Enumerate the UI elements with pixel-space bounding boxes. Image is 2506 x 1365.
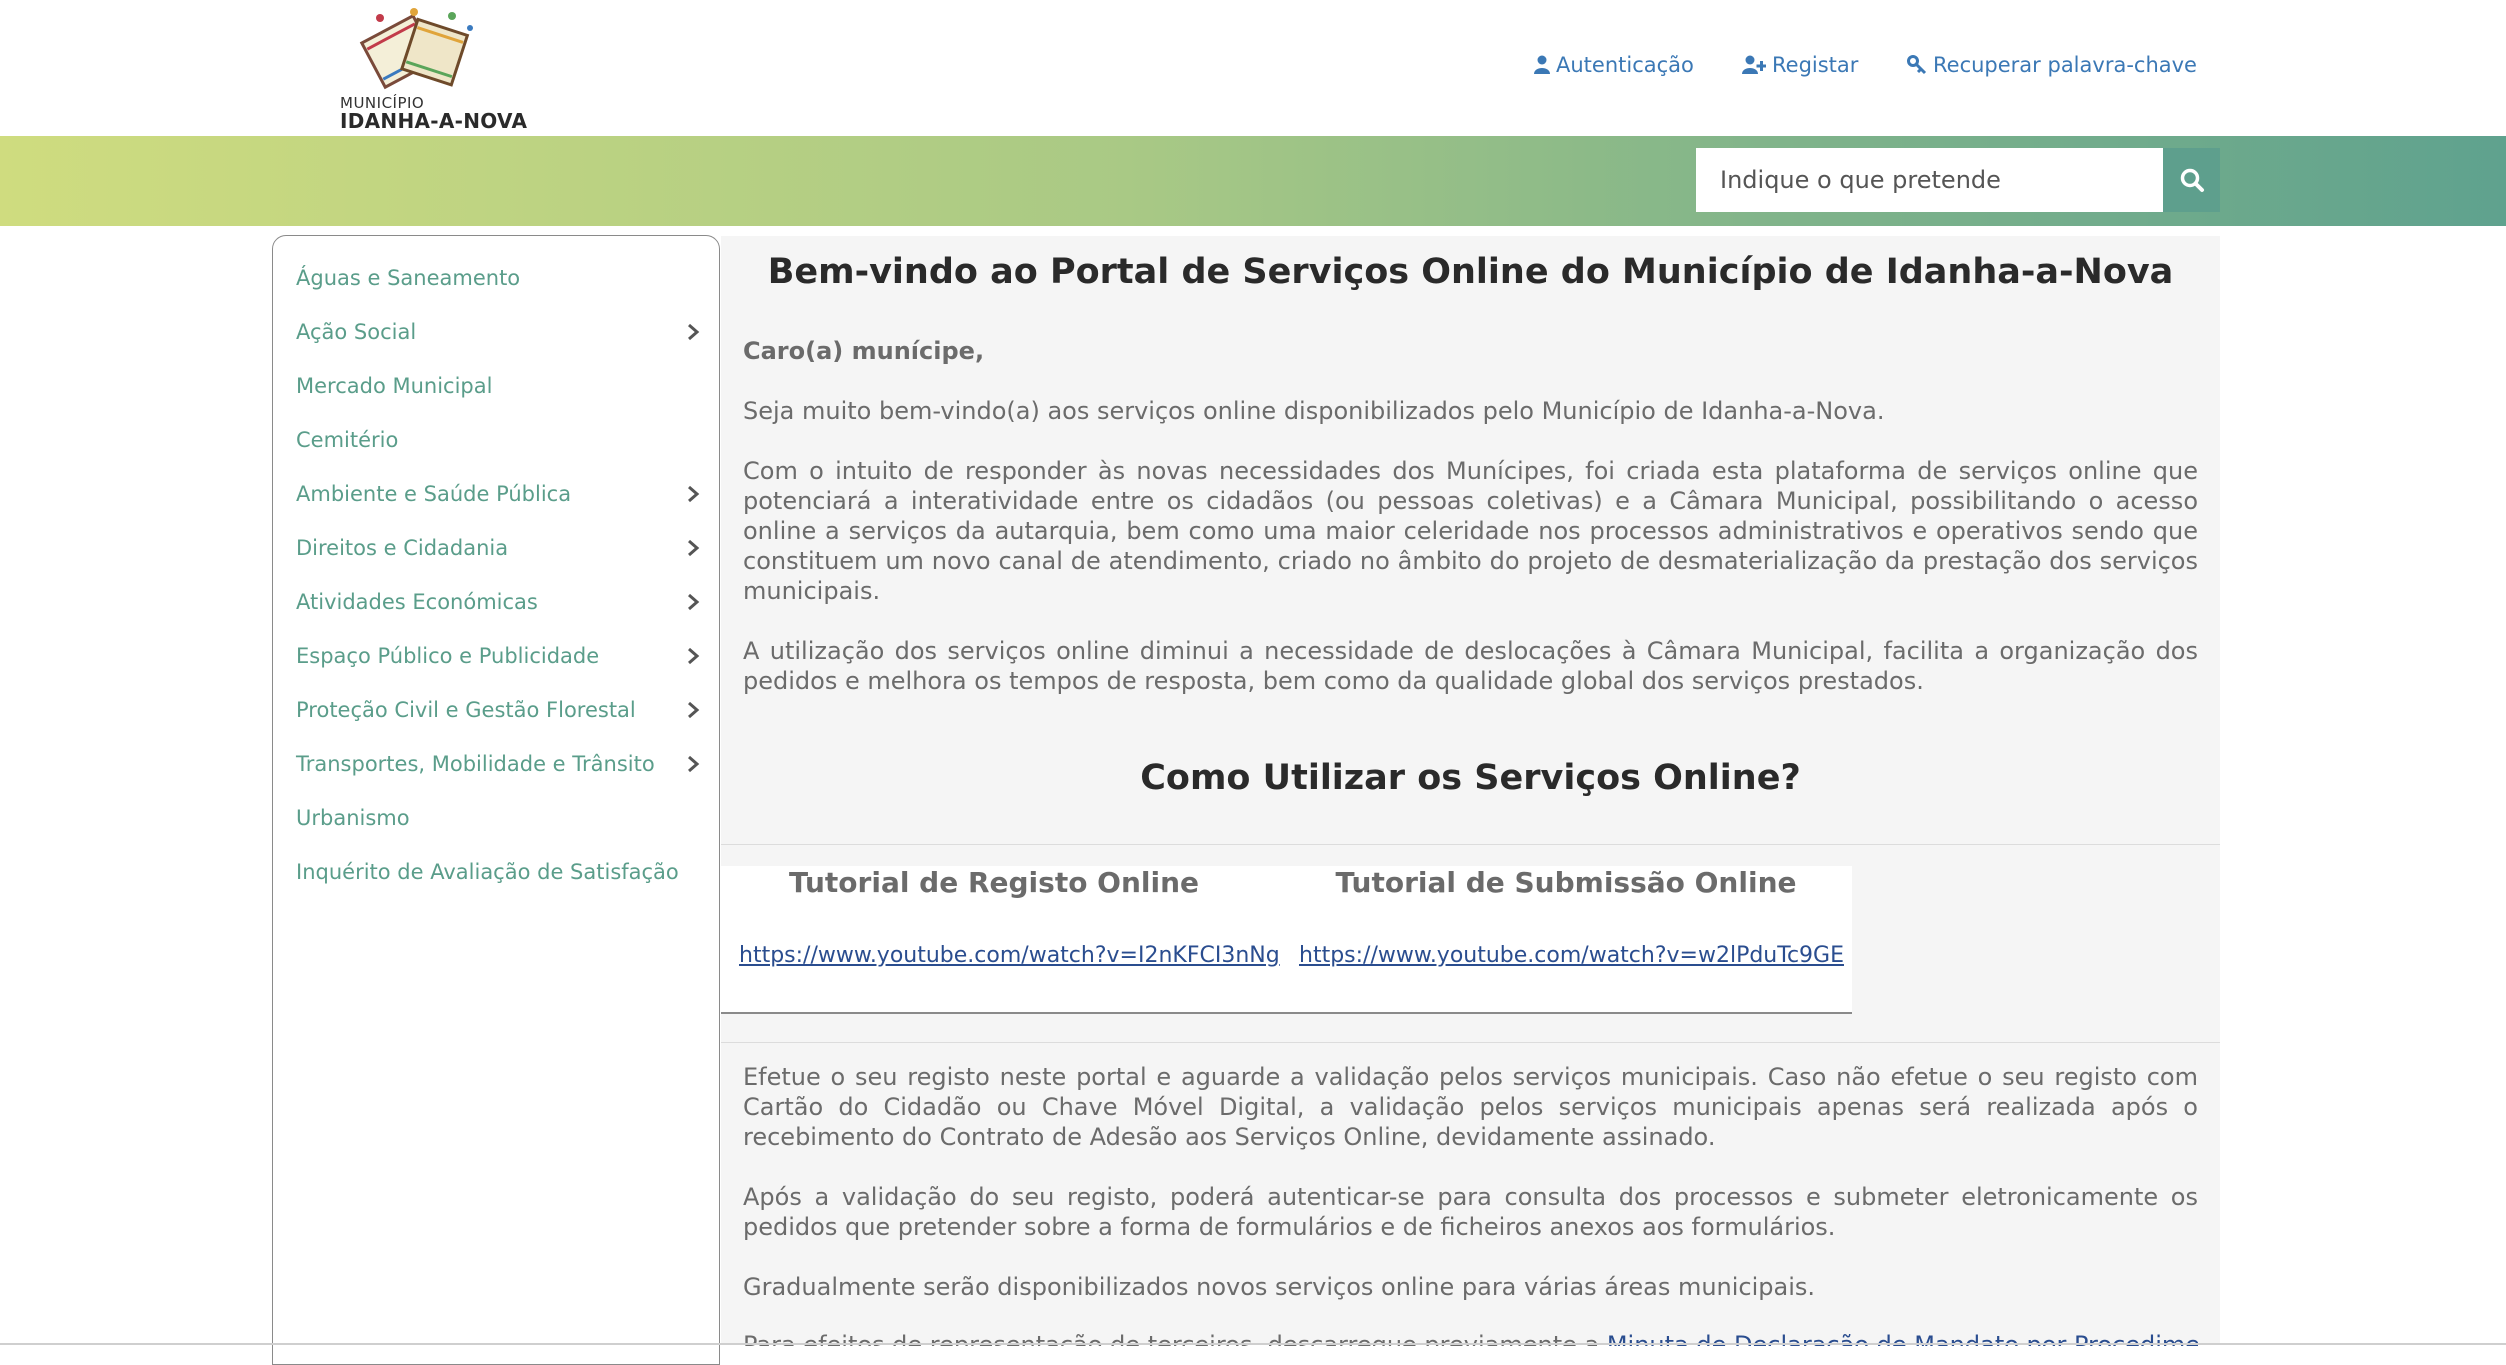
registration-paragraph: Efetue o seu registo neste portal e agua… (743, 1063, 2198, 1151)
search-input[interactable] (1696, 148, 2163, 212)
chevron-right-icon[interactable] (685, 592, 701, 612)
sidebar-item-inquerito[interactable]: Inquérito de Avaliação de Satisfação (296, 852, 701, 892)
divider (721, 844, 2220, 845)
page-title: Bem-vindo ao Portal de Serviços Online d… (767, 252, 2174, 292)
sidebar-item-label: Inquérito de Avaliação de Satisfação (296, 860, 679, 884)
sidebar-item-label: Transportes, Mobilidade e Trânsito (296, 752, 655, 776)
sidebar-item-label: Urbanismo (296, 806, 410, 830)
sidebar-item-acao-social[interactable]: Ação Social (296, 312, 701, 352)
recover-password-link[interactable]: Recuperar palavra-chave (1907, 48, 2197, 82)
sidebar-item-label: Águas e Saneamento (296, 266, 521, 290)
chevron-right-icon[interactable] (685, 484, 701, 504)
sidebar-item-transportes[interactable]: Transportes, Mobilidade e Trânsito (296, 744, 701, 784)
tutorial-submissao: Tutorial de Submissão Online https://www… (1299, 866, 1844, 968)
sidebar-item-label: Cemitério (296, 428, 399, 452)
login-link-label: Autenticação (1556, 53, 1694, 77)
intro-paragraph-2: Com o intuito de responder às novas nece… (743, 457, 2198, 605)
howto-title: Como Utilizar os Serviços Online? (1140, 758, 1801, 798)
chevron-right-icon[interactable] (685, 700, 701, 720)
sidebar-item-atividades[interactable]: Atividades Económicas (296, 582, 701, 622)
sidebar-item-cemiterio[interactable]: Cemitério (296, 420, 701, 460)
site-header: MUNICÍPIO IDANHA-A-NOVA Autenticação Reg… (0, 0, 2506, 136)
key-icon (1907, 55, 1927, 75)
books-logo-icon (359, 8, 473, 90)
sidebar-item-label: Ação Social (296, 320, 417, 344)
sidebar-item-label: Proteção Civil e Gestão Florestal (296, 698, 636, 722)
tutorial-registo: Tutorial de Registo Online https://www.y… (739, 866, 1280, 968)
municipality-logo[interactable]: MUNICÍPIO IDANHA-A-NOVA (338, 6, 538, 133)
sidebar-item-urbanismo[interactable]: Urbanismo (296, 798, 701, 838)
sidebar-item-ambiente[interactable]: Ambiente e Saúde Pública (296, 474, 701, 514)
user-icon (1534, 55, 1550, 74)
sidebar-item-mercado[interactable]: Mercado Municipal (296, 366, 701, 406)
sidebar-item-label: Espaço Público e Publicidade (296, 644, 600, 668)
search-button[interactable] (2163, 148, 2220, 212)
intro-paragraph-3: A utilização dos serviços online diminui… (743, 637, 2198, 695)
tutorial-link-registo[interactable]: https://www.youtube.com/watch?v=I2nKFCI3… (739, 943, 1280, 968)
tutorial-title: Tutorial de Submissão Online (1335, 866, 1797, 899)
tutorial-title: Tutorial de Registo Online (788, 866, 1200, 899)
sidebar-item-direitos[interactable]: Direitos e Cidadania (296, 528, 701, 568)
sidebar-item-label: Ambiente e Saúde Pública (296, 482, 572, 506)
sidebar-item-espaco-publico[interactable]: Espaço Público e Publicidade (296, 636, 701, 676)
tutorial-link-submissao[interactable]: https://www.youtube.com/watch?v=w2lPduTc… (1299, 943, 1844, 968)
new-services-paragraph: Gradualmente serão disponibilizados novo… (743, 1273, 1816, 1301)
main-content: Bem-vindo ao Portal de Serviços Online d… (721, 236, 2220, 1346)
divider (721, 1042, 2220, 1043)
sidebar-item-protecao-civil[interactable]: Proteção Civil e Gestão Florestal (296, 690, 701, 730)
register-link[interactable]: Registar (1742, 48, 1858, 82)
tutorials-table: Tutorial de Registo Online https://www.y… (721, 866, 1852, 1014)
chevron-right-icon[interactable] (685, 754, 701, 774)
validation-paragraph: Após a validação do seu registo, poderá … (743, 1183, 2198, 1241)
chevron-right-icon[interactable] (685, 538, 701, 558)
chevron-right-icon[interactable] (685, 646, 701, 666)
sidebar-item-label: Atividades Económicas (296, 590, 538, 614)
user-plus-icon (1742, 55, 1766, 74)
sidebar-item-label: Direitos e Cidadania (296, 536, 509, 560)
recover-password-link-label: Recuperar palavra-chave (1933, 53, 2197, 77)
login-link[interactable]: Autenticação (1534, 48, 1694, 82)
sidebar-item-label: Mercado Municipal (296, 374, 493, 398)
search-icon (2180, 168, 2204, 192)
chevron-right-icon[interactable] (685, 322, 701, 342)
greeting-text: Caro(a) munícipe, (743, 337, 985, 365)
sidebar-item-aguas[interactable]: Águas e Saneamento (296, 258, 701, 298)
logo-line-town: IDANHA-A-NOVA (340, 109, 528, 133)
intro-paragraph-1: Seja muito bem-vindo(a) aos serviços onl… (743, 397, 1885, 425)
register-link-label: Registar (1772, 53, 1859, 77)
service-sidebar: Águas e Saneamento Ação Social Mercado M… (272, 235, 720, 1365)
